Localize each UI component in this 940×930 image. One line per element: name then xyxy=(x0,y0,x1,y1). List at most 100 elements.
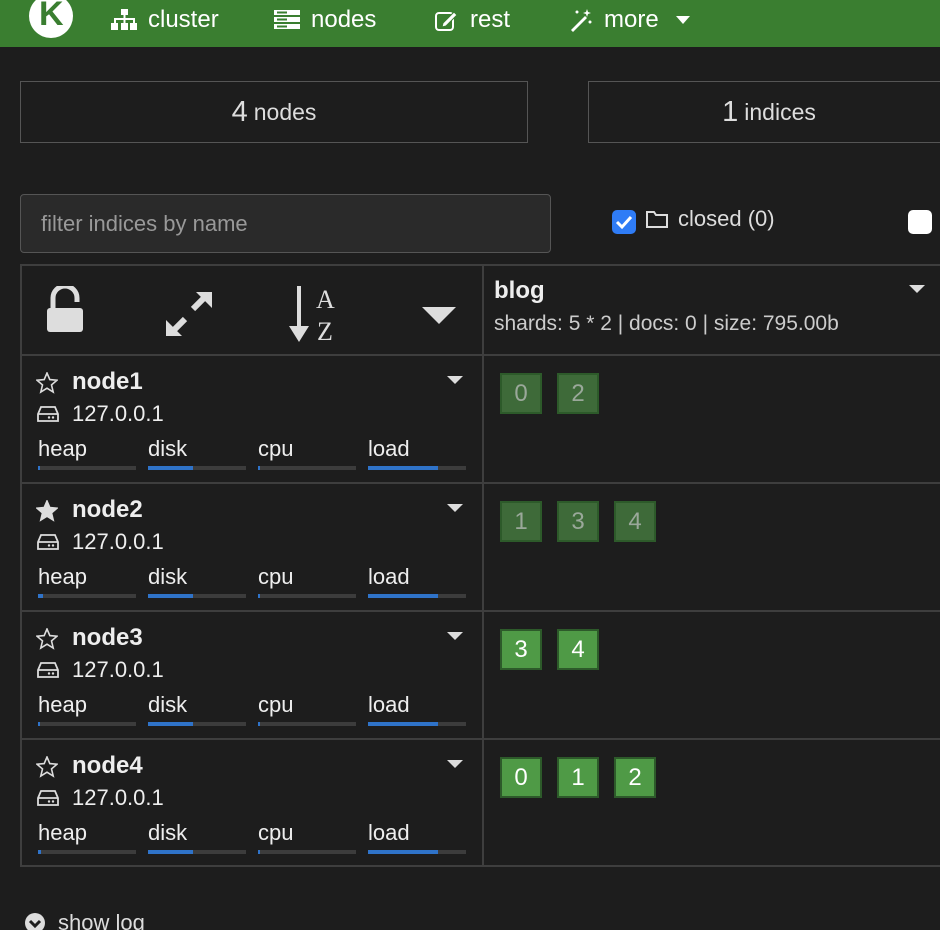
hdd-icon xyxy=(37,662,59,678)
expand-icon[interactable] xyxy=(164,290,214,338)
node-heap-label: heap xyxy=(38,436,87,461)
index-stats: shards: 5 * 2 | docs: 0 | size: 795.00b xyxy=(494,312,839,335)
node-heap-bar-fill xyxy=(38,466,40,470)
closed-indices-checkbox[interactable] xyxy=(612,210,636,234)
grid-line xyxy=(20,482,940,484)
node-name[interactable]: node3 xyxy=(72,624,143,652)
nav-nodes[interactable]: nodes xyxy=(274,0,376,40)
show-log-toggle[interactable]: show log xyxy=(24,910,145,930)
node-heap-label: heap xyxy=(38,564,87,589)
indices-count: 1 xyxy=(722,95,739,128)
node-disk-bar-fill xyxy=(148,466,194,470)
top-navbar: K cluster nodes rest more xyxy=(0,0,940,47)
shard-replica[interactable]: 3 xyxy=(557,501,599,542)
node-cpu-bar-fill xyxy=(258,722,260,726)
shard-replica[interactable]: 4 xyxy=(614,501,656,542)
caret-down-icon xyxy=(675,16,690,24)
node-heap-bar xyxy=(38,594,136,598)
node-dropdown-caret[interactable] xyxy=(447,376,463,384)
cerebro-logo[interactable]: K xyxy=(29,0,73,38)
unlock-icon[interactable] xyxy=(45,286,85,334)
node-load-bar xyxy=(368,722,466,726)
node-load-label: load xyxy=(368,436,410,461)
star-outline-icon xyxy=(36,756,58,778)
node-cpu-label: cpu xyxy=(258,820,294,845)
filter-indices-input[interactable] xyxy=(20,194,551,253)
node-load-label: load xyxy=(368,692,410,717)
node-cpu-label: cpu xyxy=(258,436,294,461)
node-load-bar-fill xyxy=(368,466,438,470)
index-name[interactable]: blog xyxy=(494,277,545,305)
node-cpu-bar xyxy=(258,850,356,854)
shard-replica[interactable]: 0 xyxy=(500,373,542,414)
node-dropdown-caret[interactable] xyxy=(447,504,463,512)
shard-replica[interactable]: 1 xyxy=(500,501,542,542)
chevron-circle-down-icon xyxy=(25,913,45,930)
node-load-bar-fill xyxy=(368,722,438,726)
node-load-label: load xyxy=(368,564,410,589)
nav-rest-label: rest xyxy=(470,6,511,33)
node-disk-label: disk xyxy=(148,436,188,461)
hdd-icon xyxy=(37,790,59,806)
nodes-count-box: 4 nodes xyxy=(20,81,528,143)
node-load-bar xyxy=(368,850,466,854)
star-filled-icon xyxy=(36,500,58,522)
star-outline-icon xyxy=(36,628,58,650)
node-heap-bar-fill xyxy=(38,722,40,726)
grid-line xyxy=(20,264,22,867)
hdd-icon xyxy=(37,406,59,422)
node-heap-bar xyxy=(38,850,136,854)
node-dropdown-caret[interactable] xyxy=(447,760,463,768)
nav-rest[interactable]: rest xyxy=(435,0,510,40)
shard-primary[interactable]: 0 xyxy=(500,757,542,798)
node-load-bar xyxy=(368,466,466,470)
shard-replica[interactable]: 2 xyxy=(557,373,599,414)
sitemap-icon xyxy=(111,9,137,30)
indices-count-label: indices xyxy=(744,98,816,125)
node-load-bar xyxy=(368,594,466,598)
node-name[interactable]: node4 xyxy=(72,752,143,780)
node-cpu-bar-fill xyxy=(258,850,260,854)
special-indices-checkbox[interactable] xyxy=(908,210,932,234)
folder-icon xyxy=(646,211,668,228)
grid-line xyxy=(20,610,940,612)
grid-line xyxy=(482,264,484,867)
node-cpu-bar xyxy=(258,722,356,726)
sort-alpha-icon[interactable]: A Z xyxy=(288,284,342,344)
node-load-bar-fill xyxy=(368,850,438,854)
node-name[interactable]: node2 xyxy=(72,496,143,524)
edit-icon xyxy=(435,11,458,31)
node-heap-bar xyxy=(38,722,136,726)
node-disk-bar xyxy=(148,466,246,470)
index-dropdown-caret[interactable] xyxy=(909,285,925,293)
node-ip: 127.0.0.1 xyxy=(37,657,164,683)
node-dropdown-caret[interactable] xyxy=(447,632,463,640)
svg-text:Z: Z xyxy=(317,317,333,344)
node-heap-bar-fill xyxy=(38,594,43,598)
nav-more-dropdown[interactable]: more xyxy=(569,0,691,40)
node-cpu-label: cpu xyxy=(258,564,294,589)
star-outline-icon xyxy=(36,372,58,394)
node-heap-bar xyxy=(38,466,136,470)
node-heap-label: heap xyxy=(38,692,87,717)
node-disk-bar-fill xyxy=(148,850,194,854)
node-disk-bar xyxy=(148,850,246,854)
node-disk-label: disk xyxy=(148,820,188,845)
node-heap-bar-fill xyxy=(38,850,41,854)
shard-primary[interactable]: 3 xyxy=(500,629,542,670)
shard-primary[interactable]: 4 xyxy=(557,629,599,670)
node-ip: 127.0.0.1 xyxy=(37,785,164,811)
node-name[interactable]: node1 xyxy=(72,368,143,396)
node-disk-bar-fill xyxy=(148,722,194,726)
nodes-count: 4 xyxy=(231,95,248,128)
node-cpu-bar-fill xyxy=(258,466,260,470)
nav-cluster[interactable]: cluster xyxy=(111,0,219,40)
node-ip: 127.0.0.1 xyxy=(37,401,164,427)
nav-more-label: more xyxy=(604,6,659,33)
node-disk-label: disk xyxy=(148,692,188,717)
shard-primary[interactable]: 1 xyxy=(557,757,599,798)
indices-count-box: 1 indices xyxy=(588,81,940,143)
closed-indices-label: closed (0) xyxy=(646,206,775,232)
nodes-sort-dropdown-caret[interactable] xyxy=(422,307,456,324)
shard-primary[interactable]: 2 xyxy=(614,757,656,798)
